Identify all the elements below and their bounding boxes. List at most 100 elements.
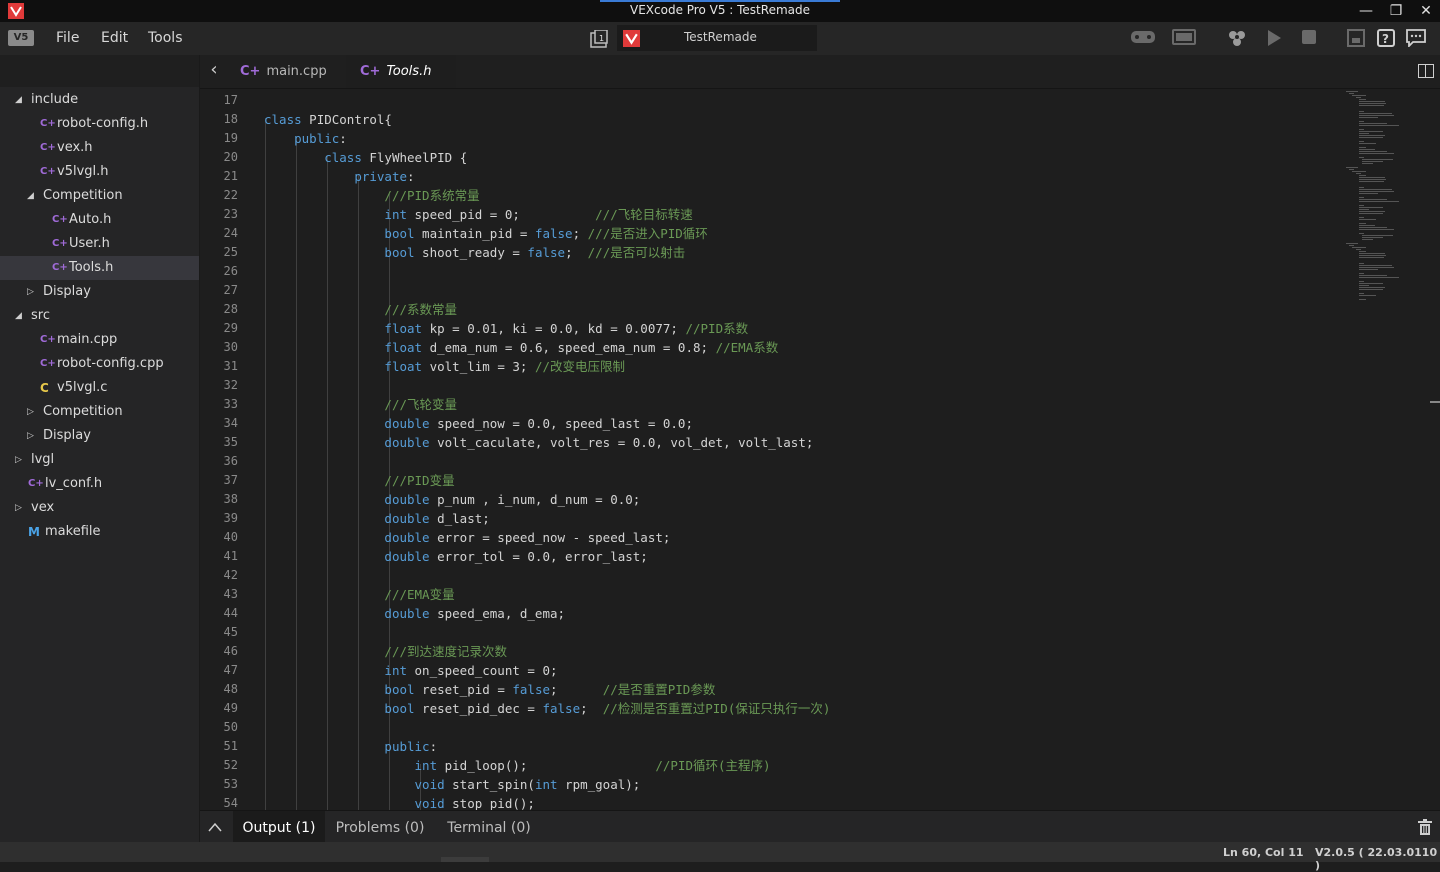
code-editor[interactable]: 17 18 19 20 21 22 23 24 25 26 27 28 29 30 31 32 33 34 35 36… — [200, 89, 1440, 810]
menu-file[interactable]: File — [56, 30, 79, 46]
tab-output[interactable]: Output (1) — [233, 811, 325, 843]
panel-resize-handle[interactable] — [441, 857, 489, 862]
minimap-line — [1358, 287, 1386, 288]
tree-label: Auto.h — [69, 212, 112, 227]
code-line: double speed_ema, d_ema; — [384, 606, 566, 621]
minimap-line — [1358, 149, 1375, 150]
help-icon[interactable]: ? — [1374, 29, 1398, 49]
tree-file[interactable]: Mmakefile — [0, 520, 199, 544]
output-panel-bar: Output (1) Problems (0) Terminal (0) — [200, 810, 1440, 843]
tree-file[interactable]: C+ Auto.h — [0, 208, 199, 232]
tree-file[interactable]: Cv5lvgl.c — [0, 376, 199, 400]
code-line: int on_speed_count = 0; — [384, 663, 558, 678]
line-number: 32 — [223, 378, 238, 392]
chevron-right-icon[interactable]: ▷ — [15, 448, 22, 472]
menu-edit[interactable]: Edit — [101, 30, 128, 46]
minimap-line — [1358, 209, 1369, 210]
play-icon[interactable] — [1262, 29, 1286, 49]
chevron-left-icon[interactable]: ‹ — [204, 61, 224, 81]
tree-folder[interactable]: ◢ include — [0, 88, 199, 112]
tree-file[interactable]: C+ main.cpp — [0, 328, 199, 352]
minimap-line — [1358, 275, 1388, 276]
tree-folder[interactable]: ▷ lvgl — [0, 448, 199, 472]
tree-label: makefile — [45, 524, 101, 539]
tree-file[interactable]: C+ v5lvgl.h — [0, 160, 199, 184]
code-line: double volt_caculate, volt_res = 0.0, vo… — [384, 435, 814, 450]
chevron-up-icon[interactable] — [206, 819, 224, 837]
minimap-line — [1352, 171, 1366, 172]
tree-file[interactable]: C+ robot-config.cpp — [0, 352, 199, 376]
tree-label: Display — [43, 284, 91, 299]
tree-folder[interactable]: ▷ Display — [0, 280, 199, 304]
tree-label: robot-config.h — [57, 116, 149, 131]
chevron-down-icon[interactable]: ◢ — [27, 184, 34, 208]
menu-tools[interactable]: Tools — [148, 30, 183, 46]
minimap-line — [1358, 269, 1379, 270]
split-editor-icon[interactable] — [1418, 64, 1434, 78]
tree-file[interactable]: C+ Tools.h — [0, 256, 199, 280]
cpp-file-icon: C+ — [40, 166, 56, 177]
tree-file[interactable]: C+ lv_conf.h — [0, 472, 199, 496]
tree-folder[interactable]: ▷ Competition — [0, 400, 199, 424]
minimap-line — [1355, 249, 1362, 250]
tree-label: include — [31, 92, 79, 107]
scrollbar[interactable] — [1426, 89, 1440, 810]
code-line: public: — [294, 131, 347, 146]
minimap-line — [1358, 257, 1384, 258]
tree-file[interactable]: C+ vex.h — [0, 136, 199, 160]
tree-folder[interactable]: ◢ src — [0, 304, 199, 328]
brain-icon[interactable] — [1171, 29, 1197, 49]
line-number: 45 — [223, 625, 238, 639]
chevron-down-icon[interactable]: ◢ — [15, 88, 22, 112]
cpp-file-icon: C+ — [52, 214, 68, 225]
slot-icon[interactable]: 1 — [590, 30, 608, 48]
chevron-right-icon[interactable]: ▷ — [27, 400, 34, 424]
chevron-right-icon[interactable]: ▷ — [27, 424, 34, 448]
tree-label: main.cpp — [57, 332, 118, 347]
minimap-line — [1352, 95, 1366, 96]
tab-tools-h[interactable]: C+ Tools.h — [346, 55, 456, 88]
minimap-line — [1362, 239, 1374, 240]
project-selector[interactable]: TestRemade — [617, 25, 817, 51]
chevron-right-icon[interactable]: ▷ — [27, 280, 34, 304]
tree-folder[interactable]: ▷ vex — [0, 496, 199, 520]
editor-tab-bar: ‹ C+ main.cpp C+ Tools.h — [200, 55, 1440, 89]
tree-folder[interactable]: ▷ Display — [0, 424, 199, 448]
download-icon[interactable] — [1225, 29, 1249, 49]
tree-label: lv_conf.h — [45, 476, 103, 491]
minimap[interactable] — [1346, 89, 1426, 300]
feedback-icon[interactable] — [1404, 29, 1428, 49]
minimap-line — [1358, 255, 1387, 256]
tree-file[interactable]: C+ robot-config.h — [0, 112, 199, 136]
controller-icon[interactable] — [1129, 29, 1157, 49]
device-info-icon[interactable] — [1344, 29, 1368, 49]
chevron-down-icon[interactable]: ◢ — [15, 304, 22, 328]
stop-icon[interactable] — [1297, 29, 1321, 49]
minimize-icon[interactable]: — — [1352, 1, 1380, 21]
v5-brain-icon[interactable]: V5 — [8, 30, 34, 46]
minimap-line — [1358, 125, 1399, 126]
tab-label: main.cpp — [266, 64, 327, 79]
minimap-line — [1362, 235, 1393, 236]
tree-folder[interactable]: ◢ Competition — [0, 184, 199, 208]
code-line: class PIDControl{ — [264, 112, 392, 127]
minimap-line — [1358, 189, 1392, 190]
chevron-right-icon[interactable]: ▷ — [15, 496, 22, 520]
line-number: 31 — [223, 359, 238, 373]
minimap-line — [1358, 147, 1367, 148]
title-accent — [600, 0, 840, 2]
minimap-line — [1358, 191, 1395, 192]
line-number: 48 — [223, 682, 238, 696]
tab-problems[interactable]: Problems (0) — [330, 811, 430, 843]
minimap-line — [1346, 167, 1358, 168]
trash-icon[interactable] — [1418, 819, 1432, 835]
tree-label: v5lvgl.c — [57, 380, 108, 395]
restore-icon[interactable]: ❐ — [1382, 1, 1410, 21]
code-line: void start_spin(int rpm_goal); — [414, 777, 641, 792]
tab-terminal[interactable]: Terminal (0) — [440, 811, 538, 843]
close-icon[interactable]: ✕ — [1412, 1, 1440, 21]
tree-file[interactable]: C+ User.h — [0, 232, 199, 256]
line-number: 42 — [223, 568, 238, 582]
code-line: ///到达速度记录次数 — [384, 644, 507, 659]
tab-main-cpp[interactable]: C+ main.cpp — [228, 55, 343, 88]
